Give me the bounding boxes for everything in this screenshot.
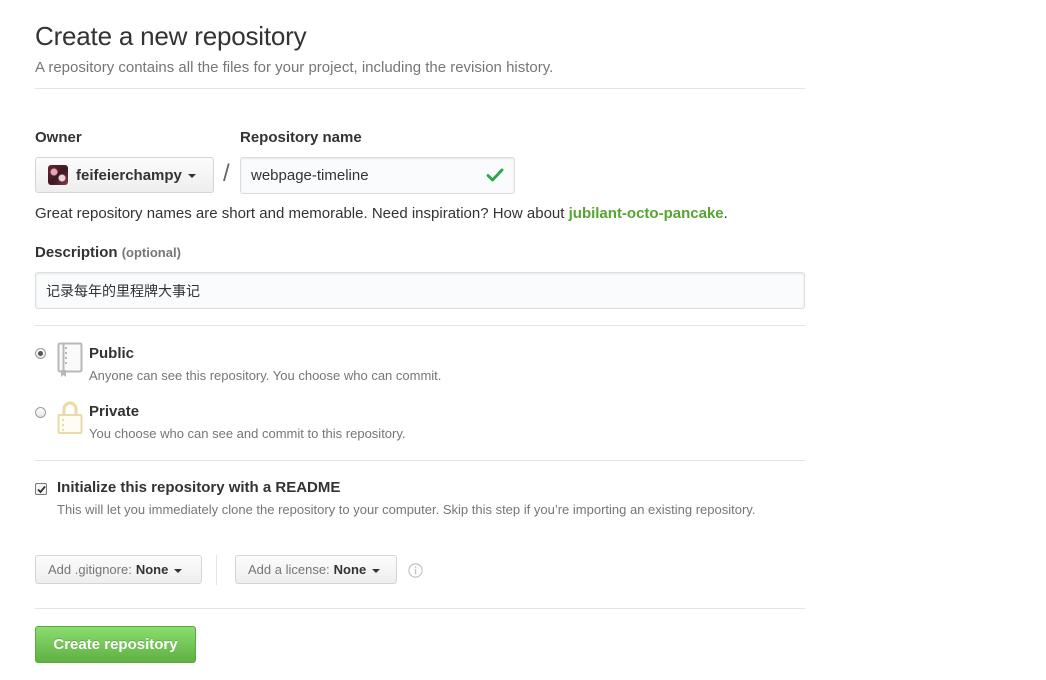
owner-repo-separator: /: [223, 160, 230, 187]
caret-down-icon: [372, 568, 381, 573]
divider: [35, 460, 805, 461]
checkmark-icon: [37, 485, 46, 494]
lock-icon: [57, 401, 83, 434]
public-desc: Anyone can see this repository. You choo…: [89, 368, 442, 383]
optional-tag: (optional): [121, 245, 181, 260]
select-divider: [216, 555, 217, 585]
divider: [35, 608, 805, 609]
repo-name-value: webpage-timeline: [251, 167, 369, 184]
private-desc: You choose who can see and commit to thi…: [89, 426, 406, 441]
owner-label: Owner: [35, 129, 82, 146]
description-label-text: Description: [35, 244, 118, 261]
gitignore-value: None: [135, 562, 169, 577]
divider: [35, 88, 805, 89]
divider: [35, 325, 805, 326]
hint-text: Great repository names are short and mem…: [35, 205, 569, 222]
page-title: Create a new repository: [35, 21, 307, 51]
license-select[interactable]: Add a license: None: [235, 555, 397, 584]
repo-name-input[interactable]: webpage-timeline: [240, 157, 515, 194]
gitignore-select[interactable]: Add .gitignore: None: [35, 555, 202, 584]
private-radio[interactable]: [35, 407, 46, 418]
hint-suffix: .: [723, 205, 728, 222]
owner-dropdown[interactable]: feifeierchampy: [35, 157, 214, 193]
page-subtitle: A repository contains all the files for …: [35, 59, 554, 76]
license-label: Add a license:: [248, 562, 330, 577]
description-value: 记录每年的里程牌大事记: [46, 282, 200, 299]
create-repository-button[interactable]: Create repository: [35, 626, 196, 663]
caret-down-icon: [174, 568, 183, 573]
public-radio[interactable]: [35, 348, 46, 359]
description-input[interactable]: 记录每年的里程牌大事记: [35, 272, 805, 309]
repo-icon: [57, 342, 83, 377]
caret-down-icon: [187, 174, 196, 178]
avatar: [48, 165, 68, 185]
name-suggestion-link[interactable]: jubilant-octo-pancake: [569, 205, 724, 222]
readme-label[interactable]: Initialize this repository with a README: [57, 479, 340, 496]
private-label[interactable]: Private: [89, 403, 139, 420]
readme-desc: This will let you immediately clone the …: [57, 502, 756, 517]
info-icon[interactable]: [408, 563, 423, 578]
repo-name-label: Repository name: [240, 129, 362, 146]
description-label: Description (optional): [35, 244, 181, 261]
public-label[interactable]: Public: [89, 345, 134, 362]
name-hint: Great repository names are short and mem…: [35, 205, 728, 222]
readme-checkbox[interactable]: [35, 483, 47, 495]
gitignore-label: Add .gitignore:: [48, 562, 132, 577]
check-icon: [486, 168, 504, 182]
license-value: None: [333, 562, 367, 577]
owner-name: feifeierchampy: [76, 166, 182, 184]
